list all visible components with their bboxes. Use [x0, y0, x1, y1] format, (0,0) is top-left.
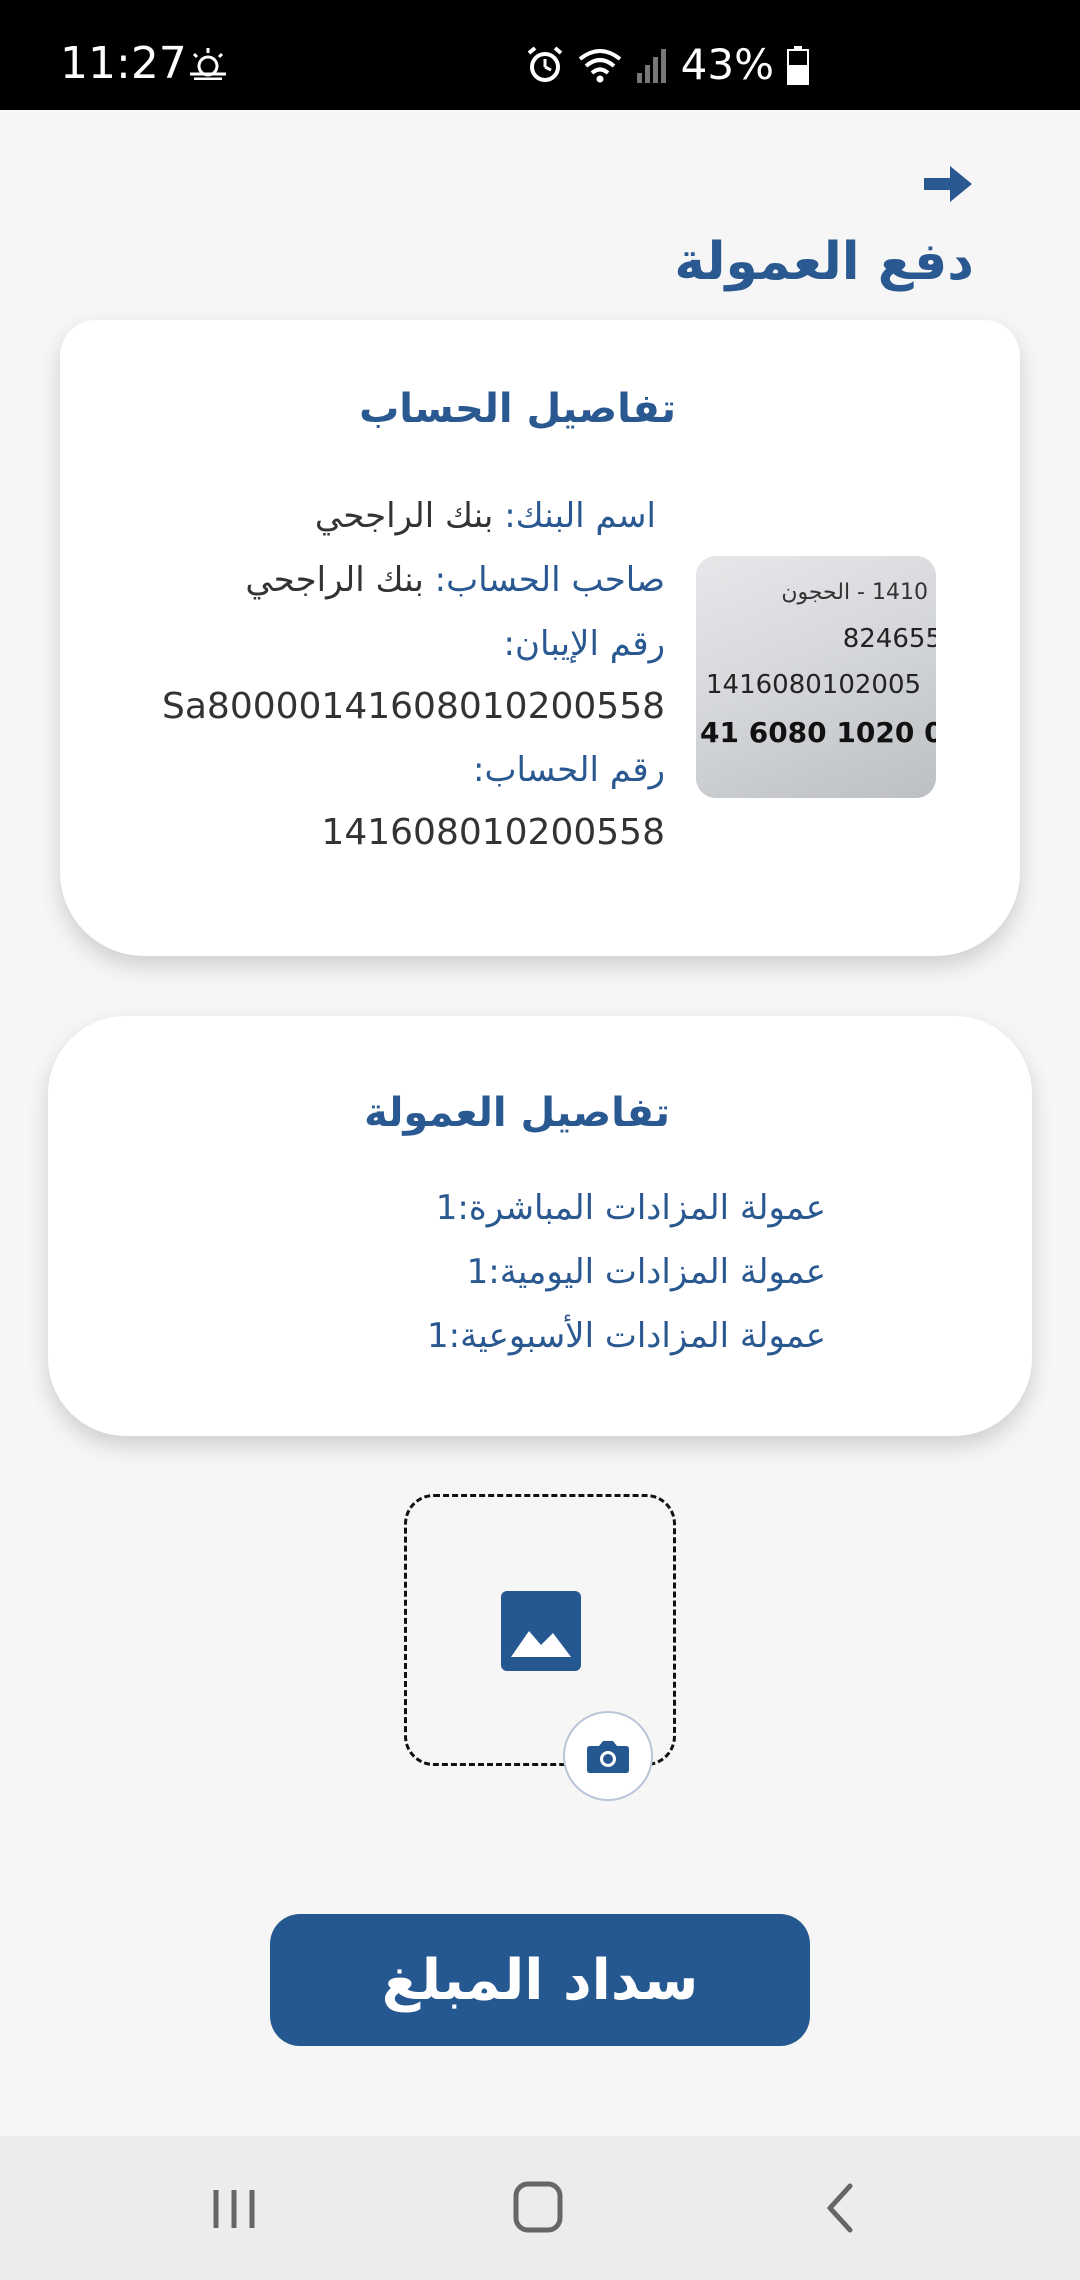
thumbnail-line-4: 41 6080 1020 05: [700, 716, 936, 749]
camera-icon: [587, 1741, 629, 1773]
account-holder-label: صاحب الحساب:: [434, 560, 665, 600]
camera-button[interactable]: [563, 1711, 653, 1801]
iban-value: Sa80000141608010200558: [162, 686, 665, 727]
commission-item-live: عمولة المزادات المباشرة:1: [436, 1188, 826, 1228]
pay-amount-button[interactable]: سداد المبلغ: [270, 1914, 810, 2046]
status-bar: 11:27 43%: [0, 0, 1080, 110]
commission-item-weekly: عمولة المزادات الأسبوعية:1: [427, 1316, 826, 1356]
bank-name-label: اسم البنك:: [504, 496, 656, 536]
wifi-icon: [578, 48, 621, 82]
account-card-title: تفاصيل الحساب: [359, 386, 676, 432]
weather-icon: [190, 48, 226, 80]
battery-percent: 43%: [680, 40, 774, 89]
signal-icon: [636, 48, 666, 83]
page-title: دفع العمولة: [674, 232, 974, 292]
account-holder-value: بنك الراجحي: [245, 560, 424, 600]
recent-apps-icon[interactable]: [196, 2178, 276, 2238]
thumbnail-line-3: 1416080102005: [706, 670, 922, 700]
bank-card-thumbnail[interactable]: 1410 - الحجون 824655 1416080102005 41 60…: [696, 556, 936, 798]
system-navigation-bar: [0, 2136, 1080, 2280]
bank-name-value: بنك الراجحي: [314, 496, 494, 536]
commission-card-title: تفاصيل العمولة: [364, 1090, 670, 1136]
account-number-label: رقم الحساب:: [472, 750, 665, 790]
thumbnail-line-1: 1410 - الحجون: [781, 580, 928, 605]
iban-label: رقم الإيبان:: [503, 624, 665, 664]
commission-item-label: عمولة المزادات المباشرة:: [457, 1188, 826, 1228]
commission-item-value: 1: [435, 1188, 458, 1228]
commission-item-label: عمولة المزادات اليومية:: [488, 1252, 826, 1292]
commission-item-value: 1: [466, 1252, 489, 1292]
commission-item-label: عمولة المزادات الأسبوعية:: [448, 1316, 826, 1356]
status-time: 11:27: [60, 38, 187, 89]
account-holder-row: صاحب الحساب: بنك الراجحي: [245, 560, 665, 600]
bank-name-row: اسم البنك: بنك الراجحي: [315, 496, 656, 536]
battery-icon: [787, 45, 809, 85]
commission-details-card: تفاصيل العمولة عمولة المزادات المباشرة:1…: [48, 1016, 1032, 1436]
arrow-right-icon[interactable]: [920, 160, 976, 208]
image-icon: [501, 1591, 581, 1671]
home-icon[interactable]: [498, 2178, 578, 2238]
account-details-card: تفاصيل الحساب اسم البنك: بنك الراجحي صاح…: [60, 320, 1020, 956]
commission-item-value: 1: [427, 1316, 449, 1356]
thumbnail-line-2: 824655: [842, 624, 936, 654]
account-number-value: 141608010200558: [321, 812, 665, 853]
commission-item-daily: عمولة المزادات اليومية:1: [467, 1252, 826, 1292]
back-icon[interactable]: [798, 2178, 878, 2238]
alarm-icon: [527, 45, 562, 82]
